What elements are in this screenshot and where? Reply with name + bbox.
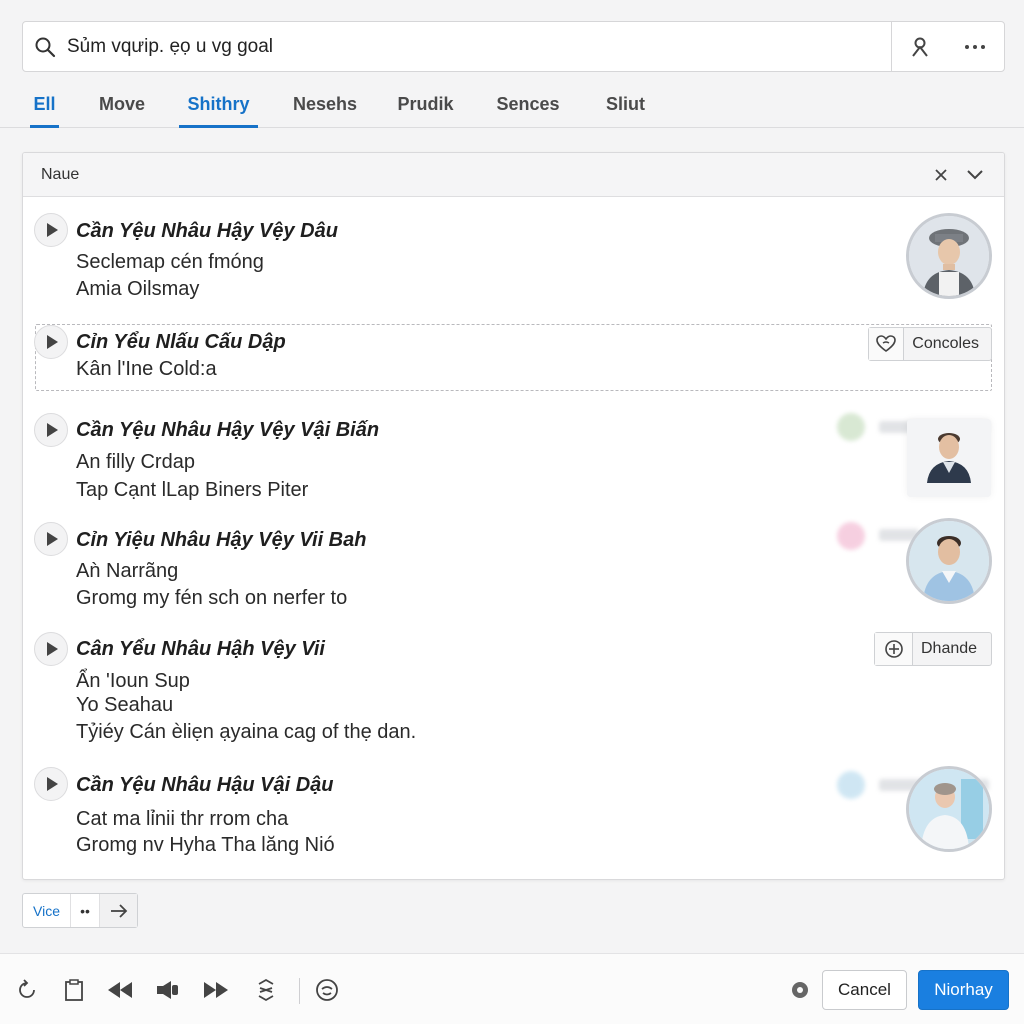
item-title: Cỉn Yểu Nlấu Cấu Dập bbox=[76, 331, 286, 353]
list-item[interactable]: Cỉn Yiệu Nhâu Hậy Vệy Vii Bah Aǹ Narrãng… bbox=[23, 513, 1004, 618]
dhande-label: Dhande bbox=[921, 640, 978, 657]
item-subtitle: Cat ma lỉnii thr rrom cha bbox=[76, 808, 289, 830]
rewind-icon[interactable] bbox=[106, 976, 134, 1004]
item-title: Cân Yểu Nhâu Hậh Vệy Vii bbox=[76, 638, 325, 660]
blurred-thumbnail bbox=[837, 413, 865, 441]
profile-photo bbox=[907, 419, 991, 497]
item-title: Cỉn Yiệu Nhâu Hậy Vệy Vii Bah bbox=[76, 529, 367, 551]
item-subtitle: Ẩn 'Ioun Sup bbox=[76, 670, 190, 692]
consoles-button[interactable]: Concoles bbox=[868, 327, 992, 361]
tab-move[interactable]: Move bbox=[92, 80, 152, 128]
search-bar bbox=[22, 21, 1005, 72]
tab-shithry[interactable]: Shithry bbox=[179, 80, 258, 128]
pagination-view-button[interactable]: Vice bbox=[23, 894, 71, 927]
item-subtitle: Gromg my fén sch on nerfer to bbox=[76, 587, 348, 609]
clipboard-icon[interactable] bbox=[60, 976, 88, 1004]
panel-title: Naue bbox=[41, 165, 80, 183]
play-icon[interactable] bbox=[34, 413, 68, 447]
refresh-icon[interactable] bbox=[13, 976, 41, 1004]
list-item[interactable]: Cần Yệu Nhâu Hậy Vệy Dâu Seclemap cén fm… bbox=[23, 198, 1004, 318]
chevron-down-icon[interactable] bbox=[963, 163, 987, 187]
item-subtitle: Tap Cạnt lLap Biners Piter bbox=[76, 479, 309, 501]
shuffle-icon[interactable] bbox=[252, 976, 280, 1004]
close-icon[interactable] bbox=[929, 163, 953, 187]
tab-prudik[interactable]: Prudik bbox=[392, 80, 459, 128]
item-title: Cần Yệu Nhâu Hậy Vệy Dâu bbox=[76, 220, 338, 242]
avatar bbox=[906, 518, 992, 604]
list-item[interactable]: Cần Yệu Nhâu Hậu Vậi Dậu Cat ma lỉnii th… bbox=[23, 761, 1004, 876]
item-subtitle: Seclemap cén fmóng bbox=[76, 251, 264, 273]
play-icon[interactable] bbox=[34, 213, 68, 247]
settings-icon[interactable] bbox=[786, 976, 814, 1004]
avatar bbox=[906, 766, 992, 852]
volume-icon[interactable] bbox=[154, 976, 182, 1004]
confirm-button[interactable]: Niorhay bbox=[918, 970, 1009, 1010]
blurred-thumbnail bbox=[837, 522, 865, 550]
pin-icon[interactable] bbox=[892, 22, 947, 71]
play-icon[interactable] bbox=[34, 325, 68, 359]
item-title: Cần Yệu Nhâu Hậy Vệy Vậi Biấn bbox=[76, 419, 380, 441]
consoles-label: Concoles bbox=[912, 335, 979, 352]
emoji-icon[interactable] bbox=[313, 976, 341, 1004]
more-options-icon[interactable] bbox=[947, 22, 1002, 71]
toolbar-divider bbox=[299, 978, 300, 1004]
tab-bar: Ell Move Shithry Nesehs Prudik Sences Sl… bbox=[0, 80, 1024, 128]
heart-link-icon bbox=[869, 328, 905, 360]
tab-nesehs[interactable]: Nesehs bbox=[287, 80, 363, 128]
item-subtitle: Gromg nv Hyha Tha lăng Nió bbox=[76, 834, 335, 856]
dhande-button[interactable]: Dhande bbox=[874, 632, 992, 666]
item-title: Cần Yệu Nhâu Hậu Vậi Dậu bbox=[76, 774, 334, 796]
results-panel: Naue Cần Yệu Nhâu Hậy Vệy Dâu Seclemap c… bbox=[22, 152, 1005, 880]
search-input[interactable] bbox=[67, 22, 891, 71]
pagination-more[interactable]: •• bbox=[71, 894, 99, 927]
add-circle-icon bbox=[875, 633, 913, 665]
tab-sliut[interactable]: Sliut bbox=[598, 80, 653, 128]
panel-header: Naue bbox=[23, 153, 1004, 197]
play-icon[interactable] bbox=[34, 522, 68, 556]
play-icon[interactable] bbox=[34, 767, 68, 801]
cancel-button[interactable]: Cancel bbox=[822, 970, 907, 1010]
item-subtitle: Aǹ Narrãng bbox=[76, 560, 179, 582]
item-subtitle: Kân l'Ine Cold:a bbox=[76, 358, 217, 380]
tab-sences[interactable]: Sences bbox=[490, 80, 566, 128]
arrow-right-icon[interactable] bbox=[99, 894, 137, 927]
avatar bbox=[906, 213, 992, 299]
fast-forward-icon[interactable] bbox=[202, 976, 230, 1004]
item-subtitle: Amia Oilsmay bbox=[76, 278, 200, 300]
list-item[interactable]: Cân Yểu Nhâu Hậh Vệy Vii Ẩn 'Ioun Sup Yo… bbox=[23, 623, 1004, 753]
bottom-toolbar: Cancel Niorhay bbox=[0, 953, 1024, 1024]
blurred-thumbnail bbox=[837, 771, 865, 799]
tab-ell[interactable]: Ell bbox=[30, 80, 59, 128]
item-subtitle: An filly Crdap bbox=[76, 451, 195, 473]
search-icon[interactable] bbox=[23, 22, 67, 71]
item-subtitle: Yo Seahau bbox=[76, 694, 174, 716]
play-icon[interactable] bbox=[34, 632, 68, 666]
list-item-selected[interactable]: Cỉn Yểu Nlấu Cấu Dập Kân l'Ine Cold:a Co… bbox=[34, 324, 992, 391]
pagination: Vice •• bbox=[22, 893, 138, 928]
item-subtitle: Tỷiéy Cán èliẹn ạyaina cag of thẹ dan. bbox=[76, 721, 417, 743]
list-item[interactable]: Cần Yệu Nhâu Hậy Vệy Vậi Biấn An filly C… bbox=[23, 403, 1004, 508]
